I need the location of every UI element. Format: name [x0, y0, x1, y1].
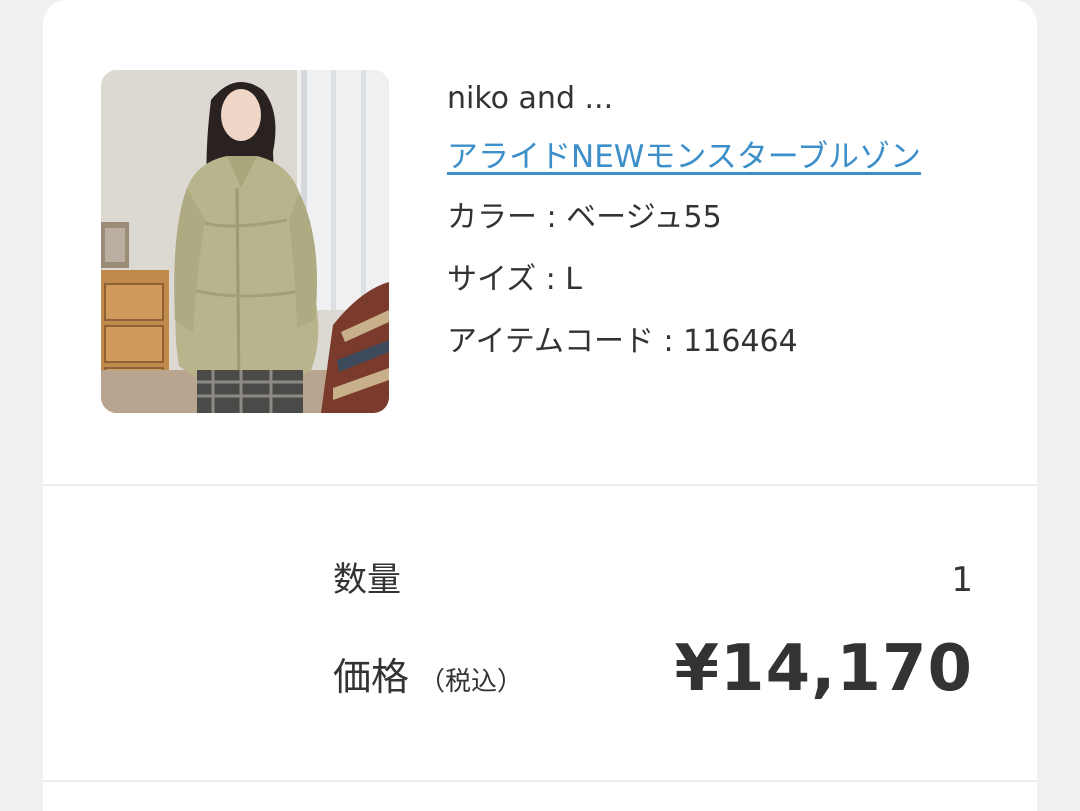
product-photo-coat-icon — [101, 70, 389, 413]
color-attribute: カラー : ベージュ55 — [447, 200, 722, 235]
quantity-row: 数量 1 — [333, 552, 973, 601]
section-divider — [43, 484, 1037, 486]
size-attribute: サイズ : L — [447, 262, 582, 297]
product-name-link[interactable]: アライドNEWモンスターブルゾン — [447, 128, 967, 186]
brand-name: niko and ... — [447, 81, 614, 116]
price-value: ¥14,170 — [674, 632, 973, 706]
item-code-attribute: アイテムコード : 116464 — [447, 324, 798, 359]
product-info: niko and ... アライドNEWモンスターブルゾン カラー : ベージュ… — [447, 70, 1007, 373]
quantity-value: 1 — [951, 560, 973, 600]
bottom-divider — [43, 780, 1037, 782]
price-label-group: 価格 （税込） — [333, 646, 523, 701]
tax-note: （税込） — [419, 667, 524, 697]
order-item-card: niko and ... アライドNEWモンスターブルゾン カラー : ベージュ… — [43, 0, 1037, 811]
price-row: 価格 （税込） ¥14,170 — [333, 632, 973, 706]
quantity-label: 数量 — [333, 560, 401, 600]
product-image[interactable] — [101, 70, 389, 413]
price-label: 価格 — [333, 655, 410, 699]
